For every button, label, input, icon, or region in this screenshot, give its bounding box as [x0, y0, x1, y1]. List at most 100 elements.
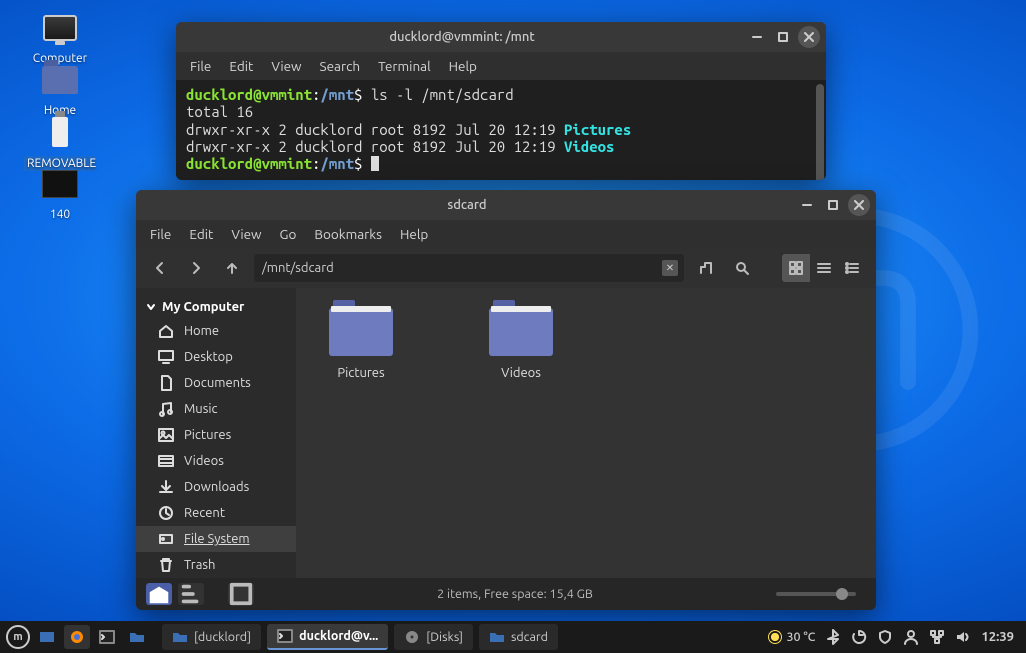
toggle-path-button[interactable]: [692, 254, 720, 282]
menu-go[interactable]: Go: [280, 226, 297, 242]
folder-icon: [329, 308, 393, 356]
icon-view-button[interactable]: [782, 254, 810, 282]
menu-terminal[interactable]: Terminal: [378, 58, 431, 74]
filemgr-titlebar[interactable]: sdcard: [136, 190, 876, 220]
folder-icon: [172, 629, 188, 645]
menu-bookmarks[interactable]: Bookmarks: [314, 226, 382, 242]
tree-toggle[interactable]: [178, 583, 204, 605]
minimize-button[interactable]: [796, 194, 818, 216]
minimize-button[interactable]: [746, 26, 768, 48]
close-button[interactable]: [798, 26, 820, 48]
desktop-icon-computer[interactable]: Computer: [24, 8, 96, 65]
menu-file[interactable]: File: [190, 58, 211, 74]
desktop-icon: [158, 349, 174, 365]
sidebar-item-pictures[interactable]: Pictures: [136, 422, 296, 448]
status-text: 2 items, Free space: 15,4 GB: [254, 587, 776, 601]
clear-path-icon[interactable]: ✕: [662, 260, 678, 276]
task-ducklord[interactable]: [ducklord]: [162, 624, 261, 650]
task-ducklord@v[interactable]: ducklord@v...: [267, 624, 388, 650]
compact-view-button[interactable]: [838, 254, 866, 282]
firefox-launcher[interactable]: [64, 625, 90, 649]
vid-icon: [158, 453, 174, 469]
path-input[interactable]: /mnt/sdcard ✕: [254, 254, 684, 282]
search-button[interactable]: [728, 254, 756, 282]
terminal-launcher[interactable]: [94, 625, 120, 649]
maximize-button[interactable]: [772, 26, 794, 48]
sidebar-item-trash[interactable]: Trash: [136, 552, 296, 578]
terminal-output[interactable]: ducklord@vmmint:/mnt$ ls -l /mnt/sdcard …: [176, 80, 826, 180]
task-disks[interactable]: [Disks]: [394, 624, 473, 650]
monitor-icon: [43, 15, 77, 41]
folder-icon: [489, 629, 505, 645]
trash-icon: [158, 557, 174, 573]
filemgr-statusbar: 2 items, Free space: 15,4 GB: [136, 578, 876, 610]
files-launcher[interactable]: [124, 625, 150, 649]
user-icon[interactable]: [903, 629, 919, 645]
sidebar-item-desktop[interactable]: Desktop: [136, 344, 296, 370]
sidebar-item-downloads[interactable]: Downloads: [136, 474, 296, 500]
terminal-cursor: [371, 156, 379, 171]
disks-icon: [404, 629, 420, 645]
pic-icon: [158, 427, 174, 443]
menu-help[interactable]: Help: [400, 226, 428, 242]
menu-edit[interactable]: Edit: [189, 226, 213, 242]
terminal-scrollbar[interactable]: [816, 84, 824, 180]
terminal-toggle[interactable]: [228, 583, 254, 605]
home-icon: [158, 323, 174, 339]
list-view-button[interactable]: [810, 254, 838, 282]
term-icon: [277, 628, 293, 644]
update-icon[interactable]: [851, 629, 867, 645]
sidebar-item-music[interactable]: Music: [136, 396, 296, 422]
terminal-window[interactable]: ducklord@vmmint: /mnt File Edit View Sea…: [176, 22, 826, 180]
forward-button[interactable]: [182, 254, 210, 282]
doc-icon: [158, 375, 174, 391]
volume-icon[interactable]: [955, 629, 971, 645]
menu-view[interactable]: View: [271, 58, 301, 74]
desktop-icon-140[interactable]: 140: [24, 164, 96, 221]
sidebar-item-videos[interactable]: Videos: [136, 448, 296, 474]
maximize-button[interactable]: [822, 194, 844, 216]
home-folder-icon: [42, 66, 78, 94]
close-button[interactable]: [848, 194, 870, 216]
folder-pictures[interactable]: Pictures: [316, 308, 406, 380]
taskbar: m [ducklord]ducklord@v...[Disks]sdcard 3…: [0, 621, 1026, 653]
desktop-icon-home[interactable]: Home: [24, 60, 96, 117]
filemgr-sidebar: My Computer HomeDesktopDocumentsMusicPic…: [136, 288, 296, 578]
terminal-titlebar[interactable]: ducklord@vmmint: /mnt: [176, 22, 826, 52]
sidebar-item-recent[interactable]: Recent: [136, 500, 296, 526]
folder-icon: [489, 308, 553, 356]
sun-icon: [768, 630, 782, 644]
clock[interactable]: 12:39: [981, 630, 1014, 644]
sidebar-item-documents[interactable]: Documents: [136, 370, 296, 396]
music-icon: [158, 401, 174, 417]
recent-icon: [158, 505, 174, 521]
start-menu-button[interactable]: m: [6, 625, 30, 649]
folder-videos[interactable]: Videos: [476, 308, 566, 380]
filemgr-title: sdcard: [142, 198, 792, 212]
filemgr-content[interactable]: Pictures Videos: [296, 288, 876, 578]
menu-file[interactable]: File: [150, 226, 171, 242]
weather-applet[interactable]: 30 °C: [768, 630, 815, 644]
zoom-slider[interactable]: [776, 592, 856, 596]
sidebar-item-file-system[interactable]: File System: [136, 526, 296, 552]
sidebar-header[interactable]: My Computer: [136, 296, 296, 318]
thumbnail-icon: [42, 170, 78, 198]
up-button[interactable]: [218, 254, 246, 282]
back-button[interactable]: [146, 254, 174, 282]
file-manager-window[interactable]: sdcard File Edit View Go Bookmarks Help …: [136, 190, 876, 610]
terminal-title: ducklord@vmmint: /mnt: [182, 30, 742, 44]
menu-help[interactable]: Help: [449, 58, 477, 74]
desktop-icon-removable[interactable]: REMOVABLE: [24, 112, 96, 171]
menu-search[interactable]: Search: [320, 58, 361, 74]
system-tray: 30 °C 12:39: [768, 629, 1020, 645]
menu-view[interactable]: View: [231, 226, 261, 242]
shield-icon[interactable]: [877, 629, 893, 645]
network-icon[interactable]: [929, 629, 945, 645]
places-toggle[interactable]: [146, 583, 172, 605]
sidebar-item-home[interactable]: Home: [136, 318, 296, 344]
task-sdcard[interactable]: sdcard: [479, 624, 558, 650]
bluetooth-icon[interactable]: [825, 629, 841, 645]
usb-icon: [52, 117, 68, 147]
show-desktop-button[interactable]: [34, 625, 60, 649]
menu-edit[interactable]: Edit: [229, 58, 253, 74]
